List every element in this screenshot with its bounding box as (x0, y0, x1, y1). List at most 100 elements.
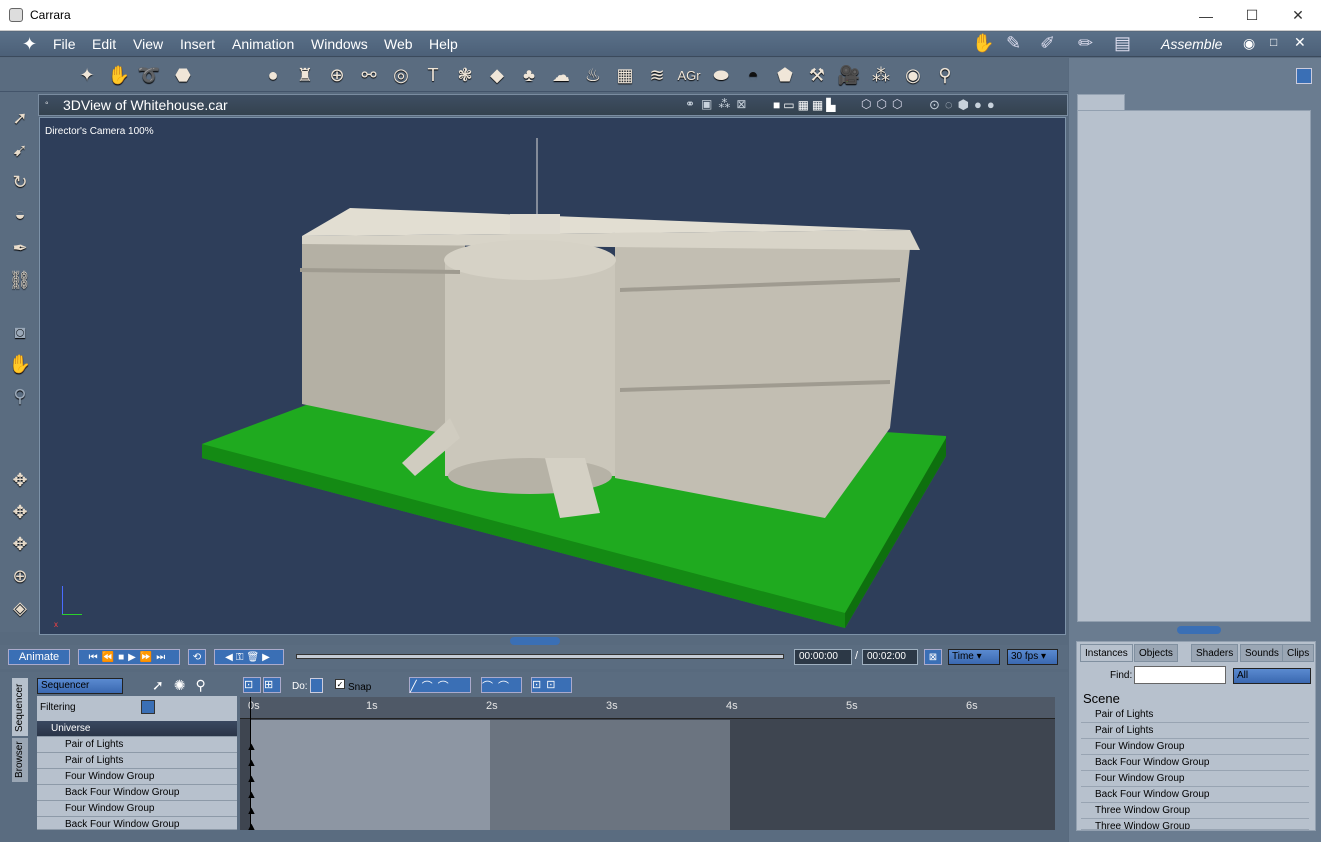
panel-collapse-icon[interactable] (1296, 68, 1312, 84)
total-time-field[interactable]: 00:02:00 (862, 649, 918, 665)
insert-terrain-icon[interactable]: ◆ (484, 62, 510, 88)
camera-icon[interactable]: ◙ (6, 318, 34, 346)
insert-sphere-icon[interactable]: ● (260, 62, 286, 88)
insert-lathe-icon[interactable]: ♜ (292, 62, 318, 88)
time-scrubber[interactable] (296, 654, 784, 659)
menu-view[interactable]: View (133, 36, 163, 52)
minimize-button[interactable]: — (1183, 0, 1229, 31)
current-time-field[interactable]: 00:00:00 (794, 649, 852, 665)
viewport-splitter[interactable] (510, 637, 560, 645)
room-model-icon[interactable]: ✎ (1006, 33, 1021, 54)
viewport-menu-icon[interactable]: ◦ (45, 98, 49, 109)
menu-file[interactable]: File (53, 36, 76, 52)
insert-globe-icon[interactable]: ⊕ (324, 62, 350, 88)
insert-bowl-icon[interactable]: ◓ (740, 62, 766, 88)
tool-clear-icon[interactable]: ⬣ (170, 62, 196, 88)
insert-bread-icon[interactable]: ⬬ (708, 62, 734, 88)
time-ruler[interactable]: 0s 1s 2s 3s 4s 5s 6s (240, 697, 1055, 719)
3d-viewport[interactable]: Director's Camera 100% x (39, 117, 1066, 635)
maximize-button[interactable]: ☐ (1229, 0, 1275, 31)
insert-skeleton-icon[interactable]: ⚯ (356, 62, 382, 88)
zoom-fit-icon[interactable]: ⊞ (263, 677, 281, 693)
insert-torus-icon[interactable]: ◎ (388, 62, 414, 88)
track-row[interactable]: Four Window Group (37, 801, 237, 817)
menu-edit[interactable]: Edit (92, 36, 116, 52)
pan-hand-icon[interactable]: ✋ (6, 350, 34, 378)
insert-camera-icon[interactable]: 🎥 (836, 62, 862, 88)
insert-bone-icon[interactable]: ⚲ (932, 62, 958, 88)
restore-icon[interactable]: □ (1270, 35, 1277, 49)
tab-sequencer[interactable]: Sequencer (12, 678, 28, 736)
tab-clips[interactable]: Clips (1282, 644, 1315, 662)
fit-icon[interactable]: ⊡ (243, 677, 261, 693)
filtering-dropdown[interactable] (141, 700, 155, 714)
list-item[interactable]: Three Window Group (1081, 819, 1309, 830)
find-input[interactable] (1134, 666, 1226, 684)
track-universe[interactable]: Universe (37, 721, 237, 737)
menu-animation[interactable]: Animation (232, 36, 294, 52)
list-item[interactable]: Pair of Lights (1081, 723, 1309, 739)
room-render-icon[interactable]: ▤ (1114, 33, 1131, 54)
track-row[interactable]: Back Four Window Group (37, 785, 237, 801)
curve-buttons[interactable]: ⌒⌒ (481, 677, 522, 693)
sequencer-tools[interactable]: ➚✺⚲ (152, 677, 216, 694)
clear-icon[interactable]: ⊠ (924, 649, 942, 665)
scale-icon[interactable]: ◒ (6, 200, 34, 228)
tool-brush-icon[interactable]: ✦ (74, 62, 100, 88)
zoom-icon[interactable]: ⚲ (6, 382, 34, 410)
insert-fire-icon[interactable]: ♨ (580, 62, 606, 88)
bank-icon[interactable]: ✥ (6, 530, 34, 558)
list-item[interactable]: Back Four Window Group (1081, 755, 1309, 771)
select-arrow-icon[interactable]: ➚ (6, 104, 34, 132)
view-tools[interactable]: ⚭▣⁂⊠ (685, 97, 752, 111)
render-mode-buttons[interactable]: ⊙◌⬢●● (929, 97, 1000, 113)
filter-select[interactable]: All (1233, 668, 1311, 684)
dolly-icon[interactable]: ✥ (6, 466, 34, 494)
insert-cloud-icon[interactable]: ☁ (548, 62, 574, 88)
tab-browser[interactable]: Browser (12, 738, 28, 782)
eye-icon[interactable]: ◉ (1243, 35, 1255, 52)
list-item[interactable]: Four Window Group (1081, 771, 1309, 787)
tab-shaders[interactable]: Shaders (1191, 644, 1239, 662)
tab-sounds[interactable]: Sounds (1240, 644, 1284, 662)
do-dropdown[interactable] (310, 678, 323, 693)
splitter-handle[interactable] (1177, 626, 1221, 634)
insert-rock-icon[interactable]: ⬟ (772, 62, 798, 88)
eyedropper-icon[interactable]: ✒ (6, 234, 34, 262)
tool-bend-icon[interactable]: ➰ (136, 62, 162, 88)
time-mode-select[interactable]: Time ▾ (948, 649, 1000, 665)
rotate-icon[interactable]: ↻ (6, 168, 34, 196)
keyframe-markers[interactable]: ▲ ▲ ▲ ▲ ▲ ▲ (246, 739, 257, 835)
list-item[interactable]: Three Window Group (1081, 803, 1309, 819)
fps-select[interactable]: 30 fps ▾ (1007, 649, 1058, 665)
close-room-icon[interactable]: ✕ (1294, 34, 1306, 51)
track-icon[interactable]: ✥ (6, 498, 34, 526)
room-hand-icon[interactable]: ✋ (972, 33, 994, 54)
working-box-icon[interactable]: ◈ (6, 594, 34, 622)
menu-insert[interactable]: Insert (180, 36, 215, 52)
tab-instances[interactable]: Instances (1080, 644, 1133, 662)
track-row[interactable]: Back Four Window Group (37, 817, 237, 830)
insert-ocean-icon[interactable]: ▦ (612, 62, 638, 88)
list-item[interactable]: Four Window Group (1081, 739, 1309, 755)
insert-agr-icon[interactable]: AGr (674, 62, 704, 88)
animate-button[interactable]: Animate (8, 649, 70, 665)
insert-lights-icon[interactable]: ⁂ (868, 62, 894, 88)
track-row[interactable]: Four Window Group (37, 769, 237, 785)
track-row[interactable]: Pair of Lights (37, 737, 237, 753)
insert-plant-icon[interactable]: ♣ (516, 62, 542, 88)
tab-objects[interactable]: Objects (1134, 644, 1178, 662)
move-icon[interactable]: ➹ (6, 136, 34, 164)
room-texture-icon[interactable]: ✏ (1078, 33, 1093, 54)
sequencer-mode-select[interactable]: Sequencer (37, 678, 123, 694)
insert-metaball-icon[interactable]: ❃ (452, 62, 478, 88)
box-view-buttons[interactable]: ⬡⬡⬡ (861, 97, 907, 111)
tool-hand-icon[interactable]: ✋ (106, 62, 132, 88)
list-item[interactable]: Pair of Lights (1081, 707, 1309, 723)
insert-text-icon[interactable]: T (420, 62, 446, 88)
insert-hair-icon[interactable]: ≋ (644, 62, 670, 88)
snap-checkbox[interactable]: ✓ (335, 679, 345, 689)
layout-buttons[interactable]: ■▭▦▦▙ (773, 98, 839, 112)
link-icon[interactable]: ⛓ (6, 266, 34, 294)
list-item[interactable]: Back Four Window Group (1081, 787, 1309, 803)
